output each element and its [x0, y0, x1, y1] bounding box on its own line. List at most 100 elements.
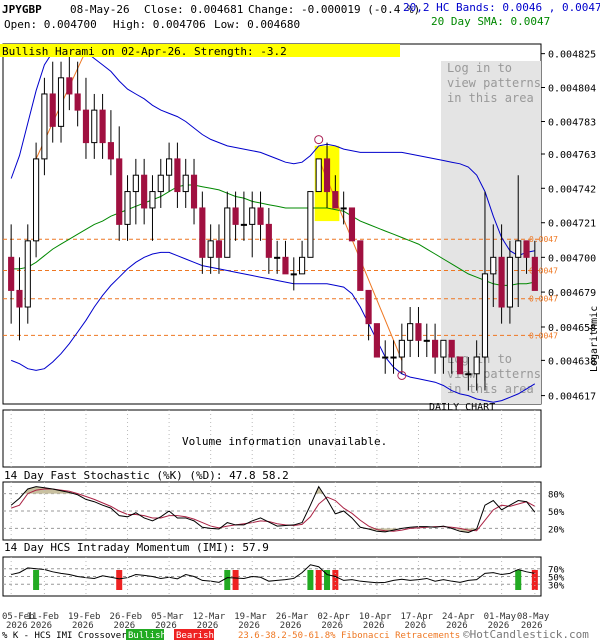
bearish-candle: [16, 289, 23, 308]
sma-label: 20 Day SMA: 0.0047: [431, 15, 550, 28]
bearish-candle: [49, 93, 56, 127]
bullish-candle: [407, 323, 414, 341]
bearish-candle: [174, 158, 181, 193]
crossover-legend-label: % K - HCS IMI Crossover:: [2, 631, 132, 640]
bearish-crossover-marker: [315, 570, 322, 590]
x-tick-label-year: 2026: [404, 621, 426, 631]
login-note-top-line: in this area: [447, 91, 534, 105]
bearish-crossover-marker: [232, 570, 239, 590]
y-tick-label: 0.004804: [548, 83, 596, 94]
bullish-candle: [307, 191, 314, 258]
bearish-candle: [332, 191, 339, 209]
bullish-candle: [57, 77, 65, 127]
bearish-candle: [265, 223, 272, 258]
bullish-candle: [249, 207, 256, 225]
bullish-candle: [207, 240, 214, 258]
bullish-crossover-marker: [307, 570, 314, 590]
bullish-candle: [182, 174, 189, 193]
symbol-label: JPYGBP: [2, 3, 42, 16]
y-tick-label: 0.004721: [548, 219, 596, 230]
bearish-candle: [257, 207, 264, 225]
bearish-candle: [456, 356, 464, 375]
bullish-candle: [124, 191, 131, 225]
y-tick-label: 0.004742: [548, 184, 596, 195]
login-note-top-line: view patterns: [447, 76, 541, 90]
bullish-candle: [166, 158, 173, 176]
bullish-candle: [132, 174, 139, 193]
x-tick-label-year: 2026: [363, 621, 385, 631]
bearish-candle: [199, 207, 206, 258]
y-tick-label: 0.004763: [548, 150, 596, 161]
stochastic-tick-label: 20%: [548, 525, 565, 535]
stochastic-panel: 14 Day Fast Stochastic (%K) (%D): 47.8 5…: [2, 469, 565, 541]
x-tick-label-year: 2026: [280, 621, 302, 631]
bearish-crossover-marker: [116, 570, 123, 590]
fib-level-label: 0.0047: [529, 331, 558, 340]
bullish-candle: [515, 240, 522, 258]
bullish-candle: [382, 356, 389, 359]
bearish-candle: [66, 77, 73, 95]
y-tick-label: 0.004700: [548, 253, 596, 264]
bullish-candle: [506, 256, 513, 308]
fibonacci-legend-text: 23.6-38.2-50-61.8% Fibonacci Retracement…: [238, 631, 460, 640]
x-tick-label-year: 2026: [238, 621, 260, 631]
bearish-candle: [365, 289, 372, 325]
bullish-crossover-marker: [33, 570, 40, 590]
bullish-candle: [299, 256, 306, 275]
bullish-candle: [149, 191, 156, 209]
bullish-candle: [398, 339, 405, 358]
bullish-candle: [315, 158, 322, 193]
fib-level-label: 0.0047: [529, 235, 558, 244]
bullish-candle: [290, 273, 297, 276]
fib-level-label: 0.0047: [529, 295, 558, 304]
change-label: Change: -0.000019 (-0.4 %): [248, 3, 420, 16]
bullish-candle: [423, 339, 430, 342]
bullish-candle: [274, 256, 281, 259]
momentum-tick-label: 30%: [548, 581, 565, 591]
y-tick-label: 0.004825: [548, 50, 596, 61]
bearish-candle: [498, 256, 505, 308]
logarithmic-label: Logarithmic: [589, 306, 600, 372]
bullish-candle: [390, 356, 397, 359]
login-note-top-line: Log in to: [447, 61, 512, 75]
bullish-candle: [224, 207, 231, 258]
copyright-text: ©HotCandlestick.com: [463, 628, 589, 640]
bullish-candle: [157, 174, 164, 193]
pattern-label: Bullish Harami on 02-Apr-26. Strength: -…: [2, 45, 287, 58]
bearish-candle: [523, 240, 530, 258]
bearish-candle: [74, 93, 81, 111]
bearish-candle: [215, 240, 223, 258]
high-label: High: 0.004706: [113, 18, 206, 31]
bearish-candle: [373, 323, 380, 358]
close-label: Close: 0.004681: [144, 3, 243, 16]
y-tick-label: 0.004617: [548, 392, 596, 403]
y-tick-label: 0.004783: [548, 117, 596, 128]
stochastic-tick-label: 80%: [548, 491, 565, 501]
bullish-candle: [481, 273, 489, 358]
low-label: Low: 0.004680: [214, 18, 300, 31]
x-tick-label-year: 2026: [72, 621, 94, 631]
bullish-candle: [340, 207, 347, 210]
bearish-legend-text: Bearish: [176, 631, 214, 640]
bullish-candle: [33, 158, 40, 242]
bullish-candle: [440, 339, 447, 358]
bearish-candle: [432, 339, 439, 358]
volume-unavailable-text: Volume information unavailable.: [182, 435, 387, 448]
bearish-candle: [82, 109, 90, 144]
x-tick-label-year: 2026: [30, 621, 52, 631]
momentum-panel: 14 Day HCS Intraday Momentum (IMI): 57.9…: [2, 541, 565, 597]
bullish-candle: [91, 109, 98, 144]
price-panel: Log in toLog in toview patternsview patt…: [2, 43, 542, 405]
bearish-candle: [116, 158, 123, 225]
bullish-candle: [41, 93, 48, 160]
bullish-crossover-marker: [224, 570, 231, 590]
bearish-candle: [107, 142, 114, 160]
date-label: 08-May-26: [70, 3, 130, 16]
stochastic-title: 14 Day Fast Stochastic (%K) (%D): 47.8 5…: [4, 469, 289, 482]
bearish-candle: [282, 256, 289, 275]
chart-canvas: Log in toLog in toview patternsview patt…: [0, 1, 600, 640]
bearish-candle: [448, 339, 455, 358]
bearish-candle: [99, 109, 106, 144]
bullish-candle: [465, 373, 472, 376]
bearish-candle: [141, 174, 148, 209]
